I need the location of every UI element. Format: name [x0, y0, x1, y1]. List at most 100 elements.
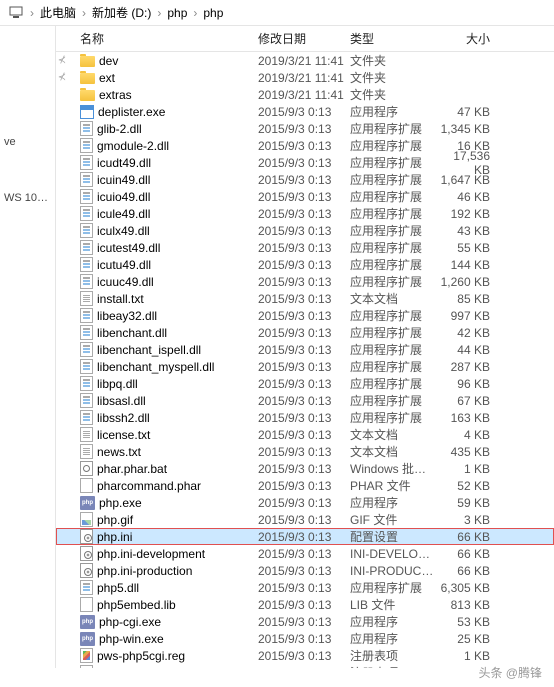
file-row[interactable]: php-cgi.exe2015/9/3 0:13应用程序53 KB: [56, 613, 554, 630]
chevron-right-icon: ›: [30, 6, 34, 20]
file-type: 注册表项: [350, 647, 438, 664]
file-row[interactable]: deplister.exe2015/9/3 0:13应用程序47 KB: [56, 103, 554, 120]
file-row[interactable]: libssh2.dll2015/9/3 0:13应用程序扩展163 KB: [56, 409, 554, 426]
file-name-label: php.gif: [97, 513, 133, 527]
bat-icon: [80, 461, 93, 476]
file-type: 配置设置: [350, 528, 438, 545]
file-date: 2015/9/3 0:13: [258, 241, 350, 255]
file-name-label: license.txt: [97, 428, 150, 442]
file-size: 25 KB: [438, 632, 500, 646]
file-row[interactable]: ⊀ext2019/3/21 11:41文件夹: [56, 69, 554, 86]
file-row[interactable]: php.exe2015/9/3 0:13应用程序59 KB: [56, 494, 554, 511]
file-name-label: install.txt: [97, 292, 144, 306]
file-size: 47 KB: [438, 105, 500, 119]
file-row[interactable]: php.ini2015/9/3 0:13配置设置66 KB: [56, 528, 554, 545]
breadcrumb[interactable]: › 此电脑 › 新加卷 (D:) › php › php: [0, 0, 554, 26]
file-row[interactable]: news.txt2015/9/3 0:13文本文档435 KB: [56, 443, 554, 460]
file-size: 66 KB: [438, 547, 500, 561]
file-date: 2015/9/3 0:13: [258, 547, 350, 561]
file-type: 应用程序扩展: [350, 154, 438, 171]
file-row[interactable]: icuin49.dll2015/9/3 0:13应用程序扩展1,647 KB: [56, 171, 554, 188]
file-row[interactable]: icutu49.dll2015/9/3 0:13应用程序扩展144 KB: [56, 256, 554, 273]
sidebar-item[interactable]: WS 10 (J:): [0, 186, 55, 210]
file-row[interactable]: iculx49.dll2015/9/3 0:13应用程序扩展43 KB: [56, 222, 554, 239]
sidebar-item[interactable]: ve: [0, 130, 55, 154]
file-size: 435 KB: [438, 445, 500, 459]
file-row[interactable]: icudt49.dll2015/9/3 0:13应用程序扩展17,536 KB: [56, 154, 554, 171]
php-icon: [80, 632, 95, 646]
file-date: 2015/9/3 0:13: [258, 615, 350, 629]
folder-icon: [80, 90, 95, 101]
txt-icon: [80, 291, 93, 306]
file-size: 287 KB: [438, 360, 500, 374]
file-date: 2015/9/3 0:13: [258, 496, 350, 510]
file-row[interactable]: php-win.exe2015/9/3 0:13应用程序25 KB: [56, 630, 554, 647]
breadcrumb-item[interactable]: 此电脑: [40, 4, 76, 21]
file-name-label: php.exe: [99, 496, 142, 510]
file-name-label: libpq.dll: [97, 377, 138, 391]
file-type: 应用程序扩展: [350, 324, 438, 341]
file-name-label: pharcommand.phar: [97, 479, 201, 493]
file-type: LIB 文件: [350, 596, 438, 613]
file-row[interactable]: php5.dll2015/9/3 0:13应用程序扩展6,305 KB: [56, 579, 554, 596]
ini-icon: [80, 563, 93, 578]
dll-icon: [80, 155, 93, 170]
file-row[interactable]: phar.phar.bat2015/9/3 0:13Windows 批处理...…: [56, 460, 554, 477]
file-row[interactable]: pws-php5cgi.reg2015/9/3 0:13注册表项1 KB: [56, 647, 554, 664]
file-row[interactable]: extras2019/3/21 11:41文件夹: [56, 86, 554, 103]
file-row[interactable]: libenchant.dll2015/9/3 0:13应用程序扩展42 KB: [56, 324, 554, 341]
file-row[interactable]: libeay32.dll2015/9/3 0:13应用程序扩展997 KB: [56, 307, 554, 324]
file-row[interactable]: icuuc49.dll2015/9/3 0:13应用程序扩展1,260 KB: [56, 273, 554, 290]
computer-icon: [8, 5, 24, 21]
column-name[interactable]: 名称: [68, 30, 258, 47]
file-type: 应用程序扩展: [350, 375, 438, 392]
file-date: 2015/9/3 0:13: [258, 343, 350, 357]
file-size: 85 KB: [438, 292, 500, 306]
column-size[interactable]: 大小: [438, 30, 500, 47]
file-type: 应用程序扩展: [350, 222, 438, 239]
column-type[interactable]: 类型: [350, 30, 438, 47]
folder-icon: [80, 73, 95, 84]
sidebar-item[interactable]: [0, 58, 55, 70]
file-row[interactable]: icutest49.dll2015/9/3 0:13应用程序扩展55 KB: [56, 239, 554, 256]
file-row[interactable]: pharcommand.phar2015/9/3 0:13PHAR 文件52 K…: [56, 477, 554, 494]
breadcrumb-item[interactable]: php: [203, 6, 223, 20]
file-row[interactable]: php.ini-production2015/9/3 0:13INI-PRODU…: [56, 562, 554, 579]
file-date: 2019/3/21 11:41: [258, 71, 350, 85]
file-row[interactable]: ⊀dev2019/3/21 11:41文件夹: [56, 52, 554, 69]
file-size: 46 KB: [438, 190, 500, 204]
file-name-label: icudt49.dll: [97, 156, 151, 170]
file-date: 2015/9/3 0:13: [258, 258, 350, 272]
file-list: 名称 修改日期 类型 大小 ⊀dev2019/3/21 11:41文件夹⊀ext…: [56, 26, 554, 668]
sidebar-item[interactable]: [0, 154, 55, 166]
file-row[interactable]: icuio49.dll2015/9/3 0:13应用程序扩展46 KB: [56, 188, 554, 205]
column-date[interactable]: 修改日期: [258, 30, 350, 47]
file-name-label: php-cgi.exe: [99, 615, 161, 629]
file-date: 2015/9/3 0:13: [258, 139, 350, 153]
file-row[interactable]: php5embed.lib2015/9/3 0:13LIB 文件813 KB: [56, 596, 554, 613]
sidebar-item[interactable]: [0, 46, 55, 58]
file-size: 96 KB: [438, 377, 500, 391]
file-row[interactable]: license.txt2015/9/3 0:13文本文档4 KB: [56, 426, 554, 443]
file-row[interactable]: libenchant_myspell.dll2015/9/3 0:13应用程序扩…: [56, 358, 554, 375]
txt-icon: [80, 427, 93, 442]
file-row[interactable]: php.ini-development2015/9/3 0:13INI-DEVE…: [56, 545, 554, 562]
sidebar-item[interactable]: [0, 34, 55, 46]
file-name-label: libeay32.dll: [97, 309, 157, 323]
file-date: 2015/9/3 0:13: [258, 581, 350, 595]
breadcrumb-item[interactable]: php: [167, 6, 187, 20]
file-row[interactable]: install.txt2015/9/3 0:13文本文档85 KB: [56, 290, 554, 307]
breadcrumb-item[interactable]: 新加卷 (D:): [92, 4, 151, 21]
file-row[interactable]: libsasl.dll2015/9/3 0:13应用程序扩展67 KB: [56, 392, 554, 409]
file-size: 55 KB: [438, 241, 500, 255]
file-row[interactable]: icule49.dll2015/9/3 0:13应用程序扩展192 KB: [56, 205, 554, 222]
file-row[interactable]: libpq.dll2015/9/3 0:13应用程序扩展96 KB: [56, 375, 554, 392]
dll-icon: [80, 240, 93, 255]
ini-icon: [80, 529, 93, 544]
file-row[interactable]: libenchant_ispell.dll2015/9/3 0:13应用程序扩展…: [56, 341, 554, 358]
file-row[interactable]: glib-2.dll2015/9/3 0:13应用程序扩展1,345 KB: [56, 120, 554, 137]
file-name-label: glib-2.dll: [97, 122, 142, 136]
file-size: 43 KB: [438, 224, 500, 238]
file-size: 53 KB: [438, 615, 500, 629]
file-row[interactable]: php.gif2015/9/3 0:13GIF 文件3 KB: [56, 511, 554, 528]
